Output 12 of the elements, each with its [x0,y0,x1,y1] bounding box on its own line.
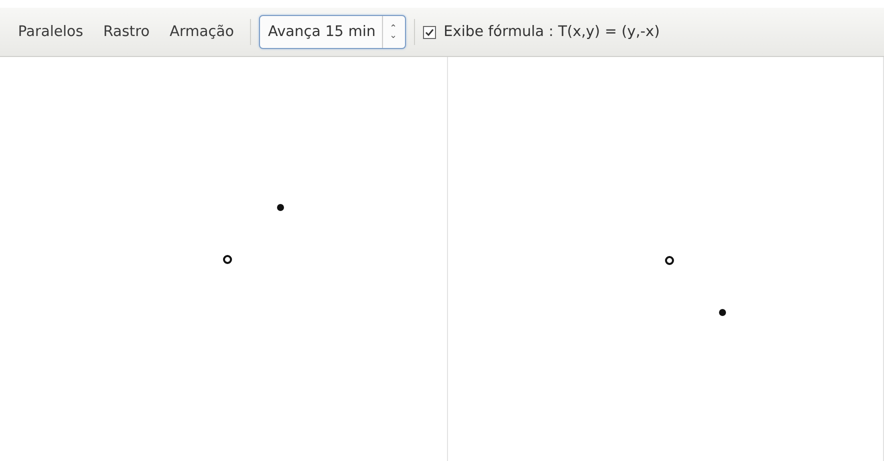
toolbar-button[interactable]: Rastro [95,18,158,46]
spinner-value: Avança 15 min [267,24,377,40]
filled-point [277,204,284,211]
filled-point [719,309,726,316]
spinner-arrows[interactable]: ⌃⌄ [382,16,405,48]
hollow-point [665,256,674,265]
hollow-point [223,255,232,264]
toolbar-button[interactable]: Armação [162,18,242,46]
toolbar-button[interactable]: Paralelos [10,18,92,46]
formula-checkbox[interactable] [422,26,436,38]
step-spinner[interactable]: Avança 15 min ⌃⌄ [259,15,406,49]
formula-label: Exibe fórmula : T(x,y) = (y,-x) [444,24,660,40]
